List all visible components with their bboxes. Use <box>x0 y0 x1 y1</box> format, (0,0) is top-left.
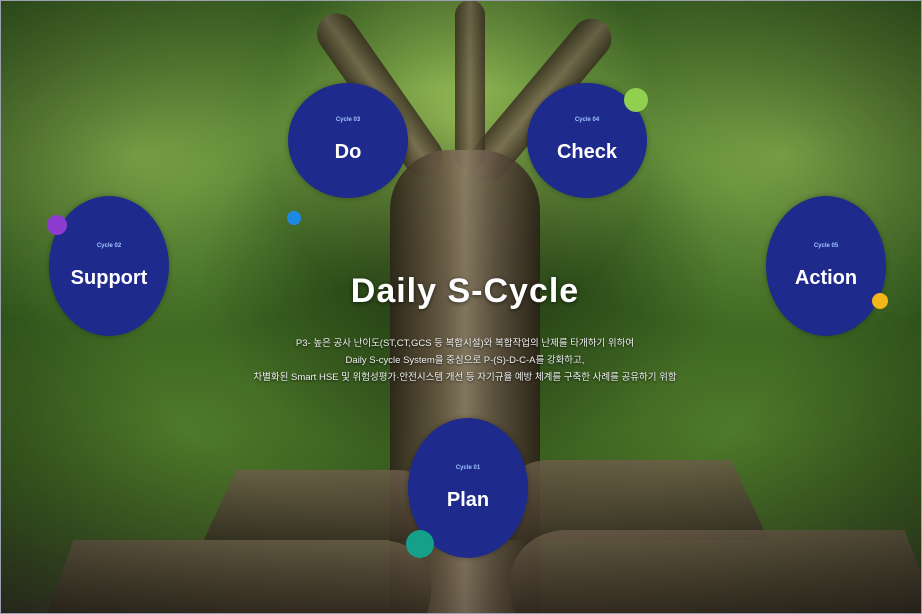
cycle-support-circle: Cycle 02 Support <box>49 196 169 336</box>
cycle-do-circle: Cycle 03 Do <box>288 83 408 198</box>
cycle-do-number: Cycle 03 <box>335 117 361 123</box>
description-line: P3- 높은 공사 난이도(ST,CT,GCS 등 복합시설)와 복합작업의 난… <box>295 338 635 349</box>
description-line: Daily S-cycle System을 중심으로 P-(S)-D-C-A를 … <box>345 355 585 366</box>
cycle-do-label: Do <box>334 141 362 163</box>
cycle-support-label: Support <box>70 266 148 289</box>
cycle-plan-number: Cycle 01 <box>455 464 481 471</box>
cycle-action-number: Cycle 05 <box>813 242 839 249</box>
slide-description: P3- 높은 공사 난이도(ST,CT,GCS 등 복합시설)와 복합작업의 난… <box>160 335 770 386</box>
accent-dot-green <box>624 88 648 112</box>
description-line: 차별화된 Smart HSE 및 위험성평가·안전시스템 개선 등 자기규율 예… <box>253 372 677 383</box>
cycle-support-number: Cycle 02 <box>96 242 122 249</box>
accent-dot-teal <box>406 530 434 558</box>
cycle-action-label: Action <box>794 266 858 289</box>
cycle-check-number: Cycle 04 <box>574 117 600 123</box>
accent-dot-blue <box>287 211 301 225</box>
accent-dot-yellow <box>872 293 888 309</box>
cycle-plan-label: Plan <box>446 488 490 511</box>
cycle-check-label: Check <box>556 141 618 163</box>
cycle-action-circle: Cycle 05 Action <box>766 196 886 336</box>
accent-dot-purple <box>47 215 67 235</box>
slide-title: Daily S-Cycle <box>350 272 580 310</box>
slide-background: Cycle 03 Do Cycle 04 Check Cycle 02 Supp… <box>0 0 922 614</box>
